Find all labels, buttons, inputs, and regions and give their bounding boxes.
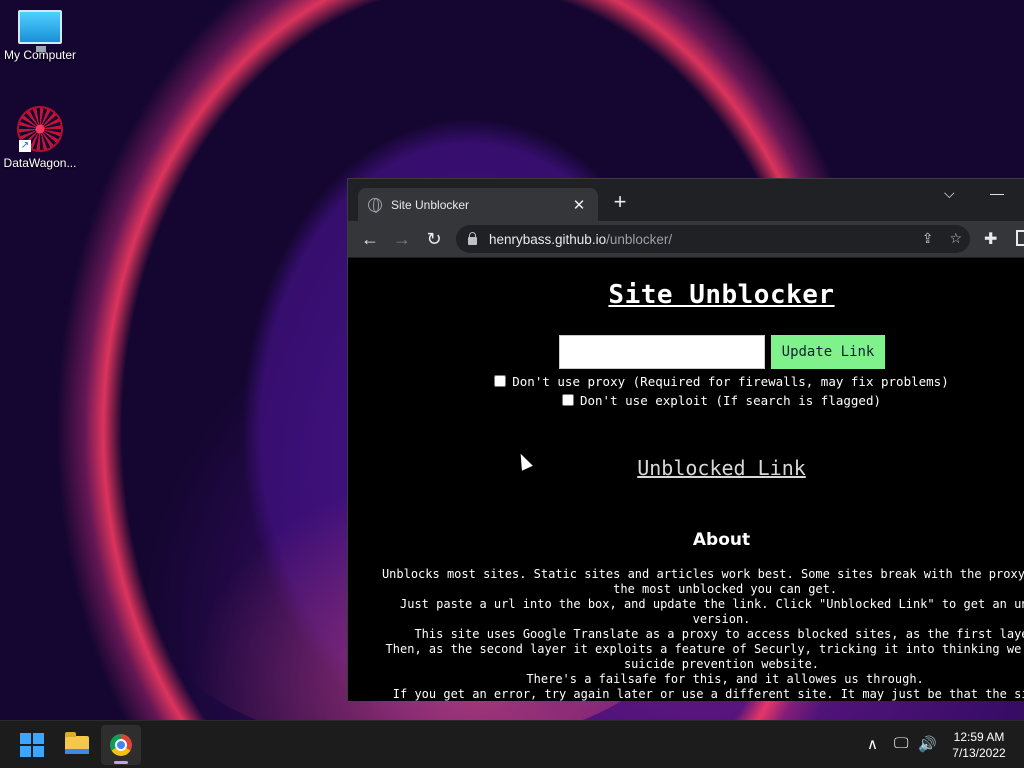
volume-icon[interactable]: 🔊 [918,735,937,753]
network-icon[interactable]: 🖵 [894,735,908,752]
new-tab-button[interactable]: + [610,191,630,213]
taskbar-clock[interactable]: 12:59 AM 7/13/2022 [946,729,1012,761]
checkbox-label: Don't use proxy (Required for firewalls,… [512,374,949,389]
file-explorer-icon [65,732,89,754]
clock-date: 7/13/2022 [952,746,1006,760]
shortcut-arrow-icon: ↗ [19,140,31,152]
address-bar[interactable]: henrybass.github.io/unblocker/ ⇪ ☆ [456,225,970,253]
about-heading: About [692,530,751,550]
back-button[interactable]: ← [354,223,386,255]
chrome-icon [110,734,132,756]
minimize-button[interactable]: — [990,185,1004,201]
globe-icon [368,197,382,213]
page-content: Site Unblocker Update Link Don't use pro… [348,258,1024,701]
taskbar-file-explorer[interactable] [57,725,97,765]
forward-button[interactable]: → [386,223,418,255]
desktop-icon-label: DataWagon... [3,156,77,170]
url-path: /unblocker/ [606,231,673,247]
tab-search-chevron-icon[interactable]: ⌵ [944,185,955,202]
tab-title: Site Unblocker [391,197,470,212]
extensions-puzzle-icon[interactable]: ✚ [984,229,997,249]
dont-use-proxy-checkbox[interactable] [494,375,507,387]
browser-window: Site Unblocker ✕ + ⌵ — ← → ↻ henrybass.g… [347,178,1024,701]
lock-icon[interactable] [468,232,477,245]
tab-strip: Site Unblocker ✕ + ⌵ — [348,179,1024,221]
share-icon[interactable]: ⇪ [922,230,934,247]
unblocked-link[interactable]: Unblocked Link [348,456,1024,480]
dont-use-exploit-checkbox[interactable] [561,394,574,406]
desktop-icon-my-computer[interactable]: My Computer [0,10,80,62]
taskbar-chrome[interactable] [101,725,141,765]
checkbox-label: Don't use exploit (If search is flagged) [579,393,882,408]
about-text: Unblocks most sites. Static sites and ar… [381,567,1024,701]
update-link-button[interactable]: Update Link [771,335,885,369]
start-button[interactable] [12,725,52,765]
browser-toolbar: ← → ↻ henrybass.github.io/unblocker/ ⇪ ☆… [348,221,1024,257]
page-title: Site Unblocker [608,280,835,310]
datawagon-mandala-icon: ↗ [17,106,63,152]
url-input[interactable] [559,335,765,369]
monitor-icon [18,10,62,52]
tray-chevron-up-icon[interactable]: ∧ [867,735,878,753]
reload-button[interactable]: ↻ [418,223,450,255]
url-host: henrybass.github.io [489,231,607,247]
taskbar: ∧ 🖵 🔊 12:59 AM 7/13/2022 [0,720,1024,768]
desktop-icon-datawagon[interactable]: ↗ DataWagon... [0,106,80,170]
clock-time: 12:59 AM [953,730,1005,744]
side-panel-icon[interactable] [1016,230,1024,246]
tab-site-unblocker[interactable]: Site Unblocker ✕ [358,188,598,221]
start-icon [20,733,44,757]
bookmark-star-icon[interactable]: ☆ [949,230,962,247]
tab-close-icon[interactable]: ✕ [570,196,588,214]
checkbox-row-proxy: Don't use proxy (Required for firewalls,… [348,374,1024,389]
checkbox-row-exploit: Don't use exploit (If search is flagged) [348,393,1024,408]
